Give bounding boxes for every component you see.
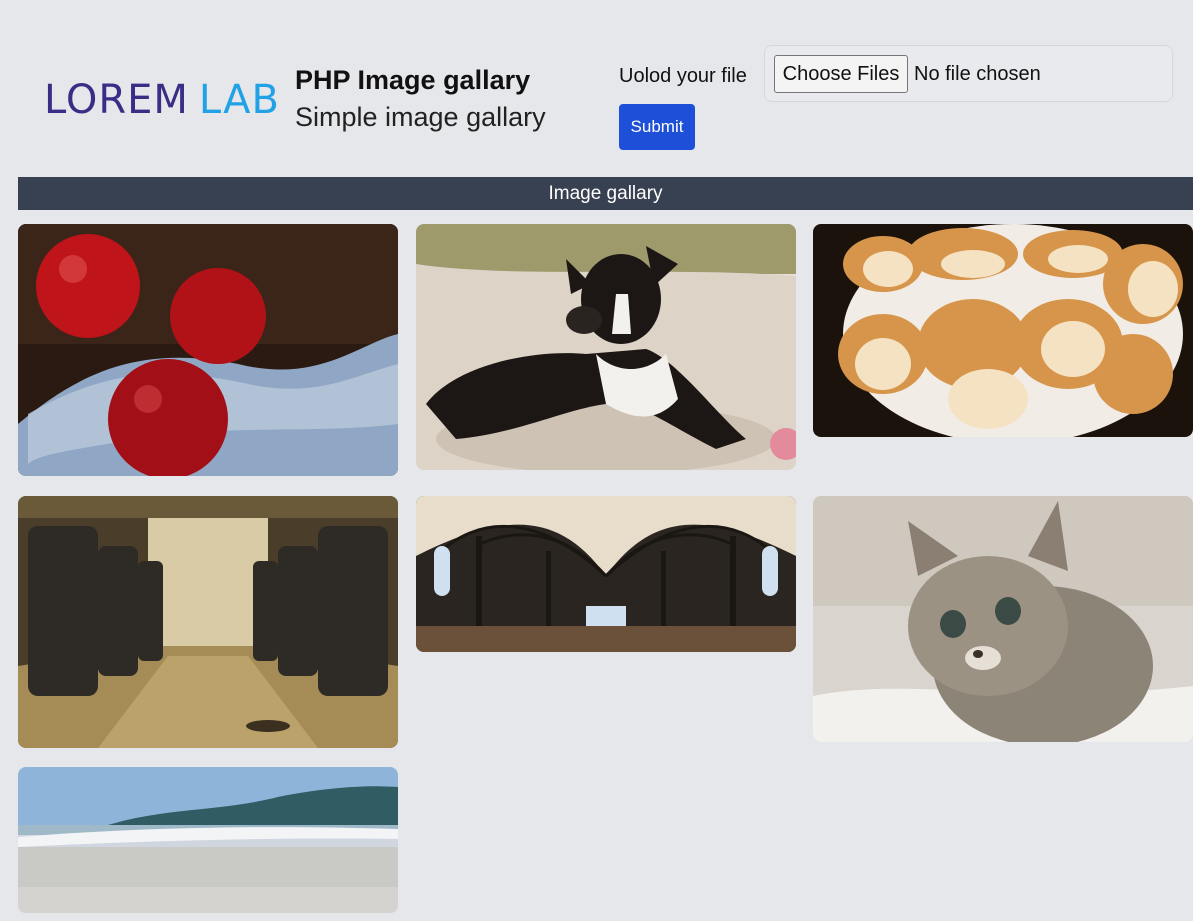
gallery-image-beach[interactable]	[18, 767, 398, 913]
gallery-image-kitten[interactable]	[813, 496, 1193, 742]
upload-label: Uolod your file	[619, 65, 747, 87]
gallery-heading: Image gallary	[18, 177, 1193, 210]
gallery-image-puppy[interactable]	[416, 224, 796, 470]
bus-interior-photo	[18, 496, 398, 748]
choose-files-button[interactable]: Choose Files	[774, 55, 908, 93]
file-status: No file chosen	[914, 63, 1041, 85]
logo-word-lorem: LOREM	[44, 77, 189, 123]
submit-button[interactable]: Submit	[619, 104, 695, 150]
file-input[interactable]: Choose Files No file chosen	[764, 45, 1173, 102]
gallery-image-bus[interactable]	[18, 496, 398, 748]
beach-photo	[18, 767, 398, 913]
page-title: PHP Image gallary	[295, 65, 531, 95]
puppy-photo	[416, 224, 796, 470]
library-hall-photo	[416, 496, 796, 652]
bread-photo	[813, 224, 1193, 437]
gallery-image-bread[interactable]	[813, 224, 1193, 437]
gallery-image-library[interactable]	[416, 496, 796, 652]
page-subtitle: Simple image gallary	[295, 102, 546, 132]
gallery-image-apples[interactable]	[18, 224, 398, 476]
logo-word-lab: LAB	[198, 77, 280, 123]
lorem-lab-logo: LOREM LAB	[44, 80, 280, 120]
kitten-photo	[813, 496, 1193, 742]
apples-photo	[18, 224, 398, 476]
header-titles: PHP Image gallary Simple image gallary	[295, 62, 546, 136]
